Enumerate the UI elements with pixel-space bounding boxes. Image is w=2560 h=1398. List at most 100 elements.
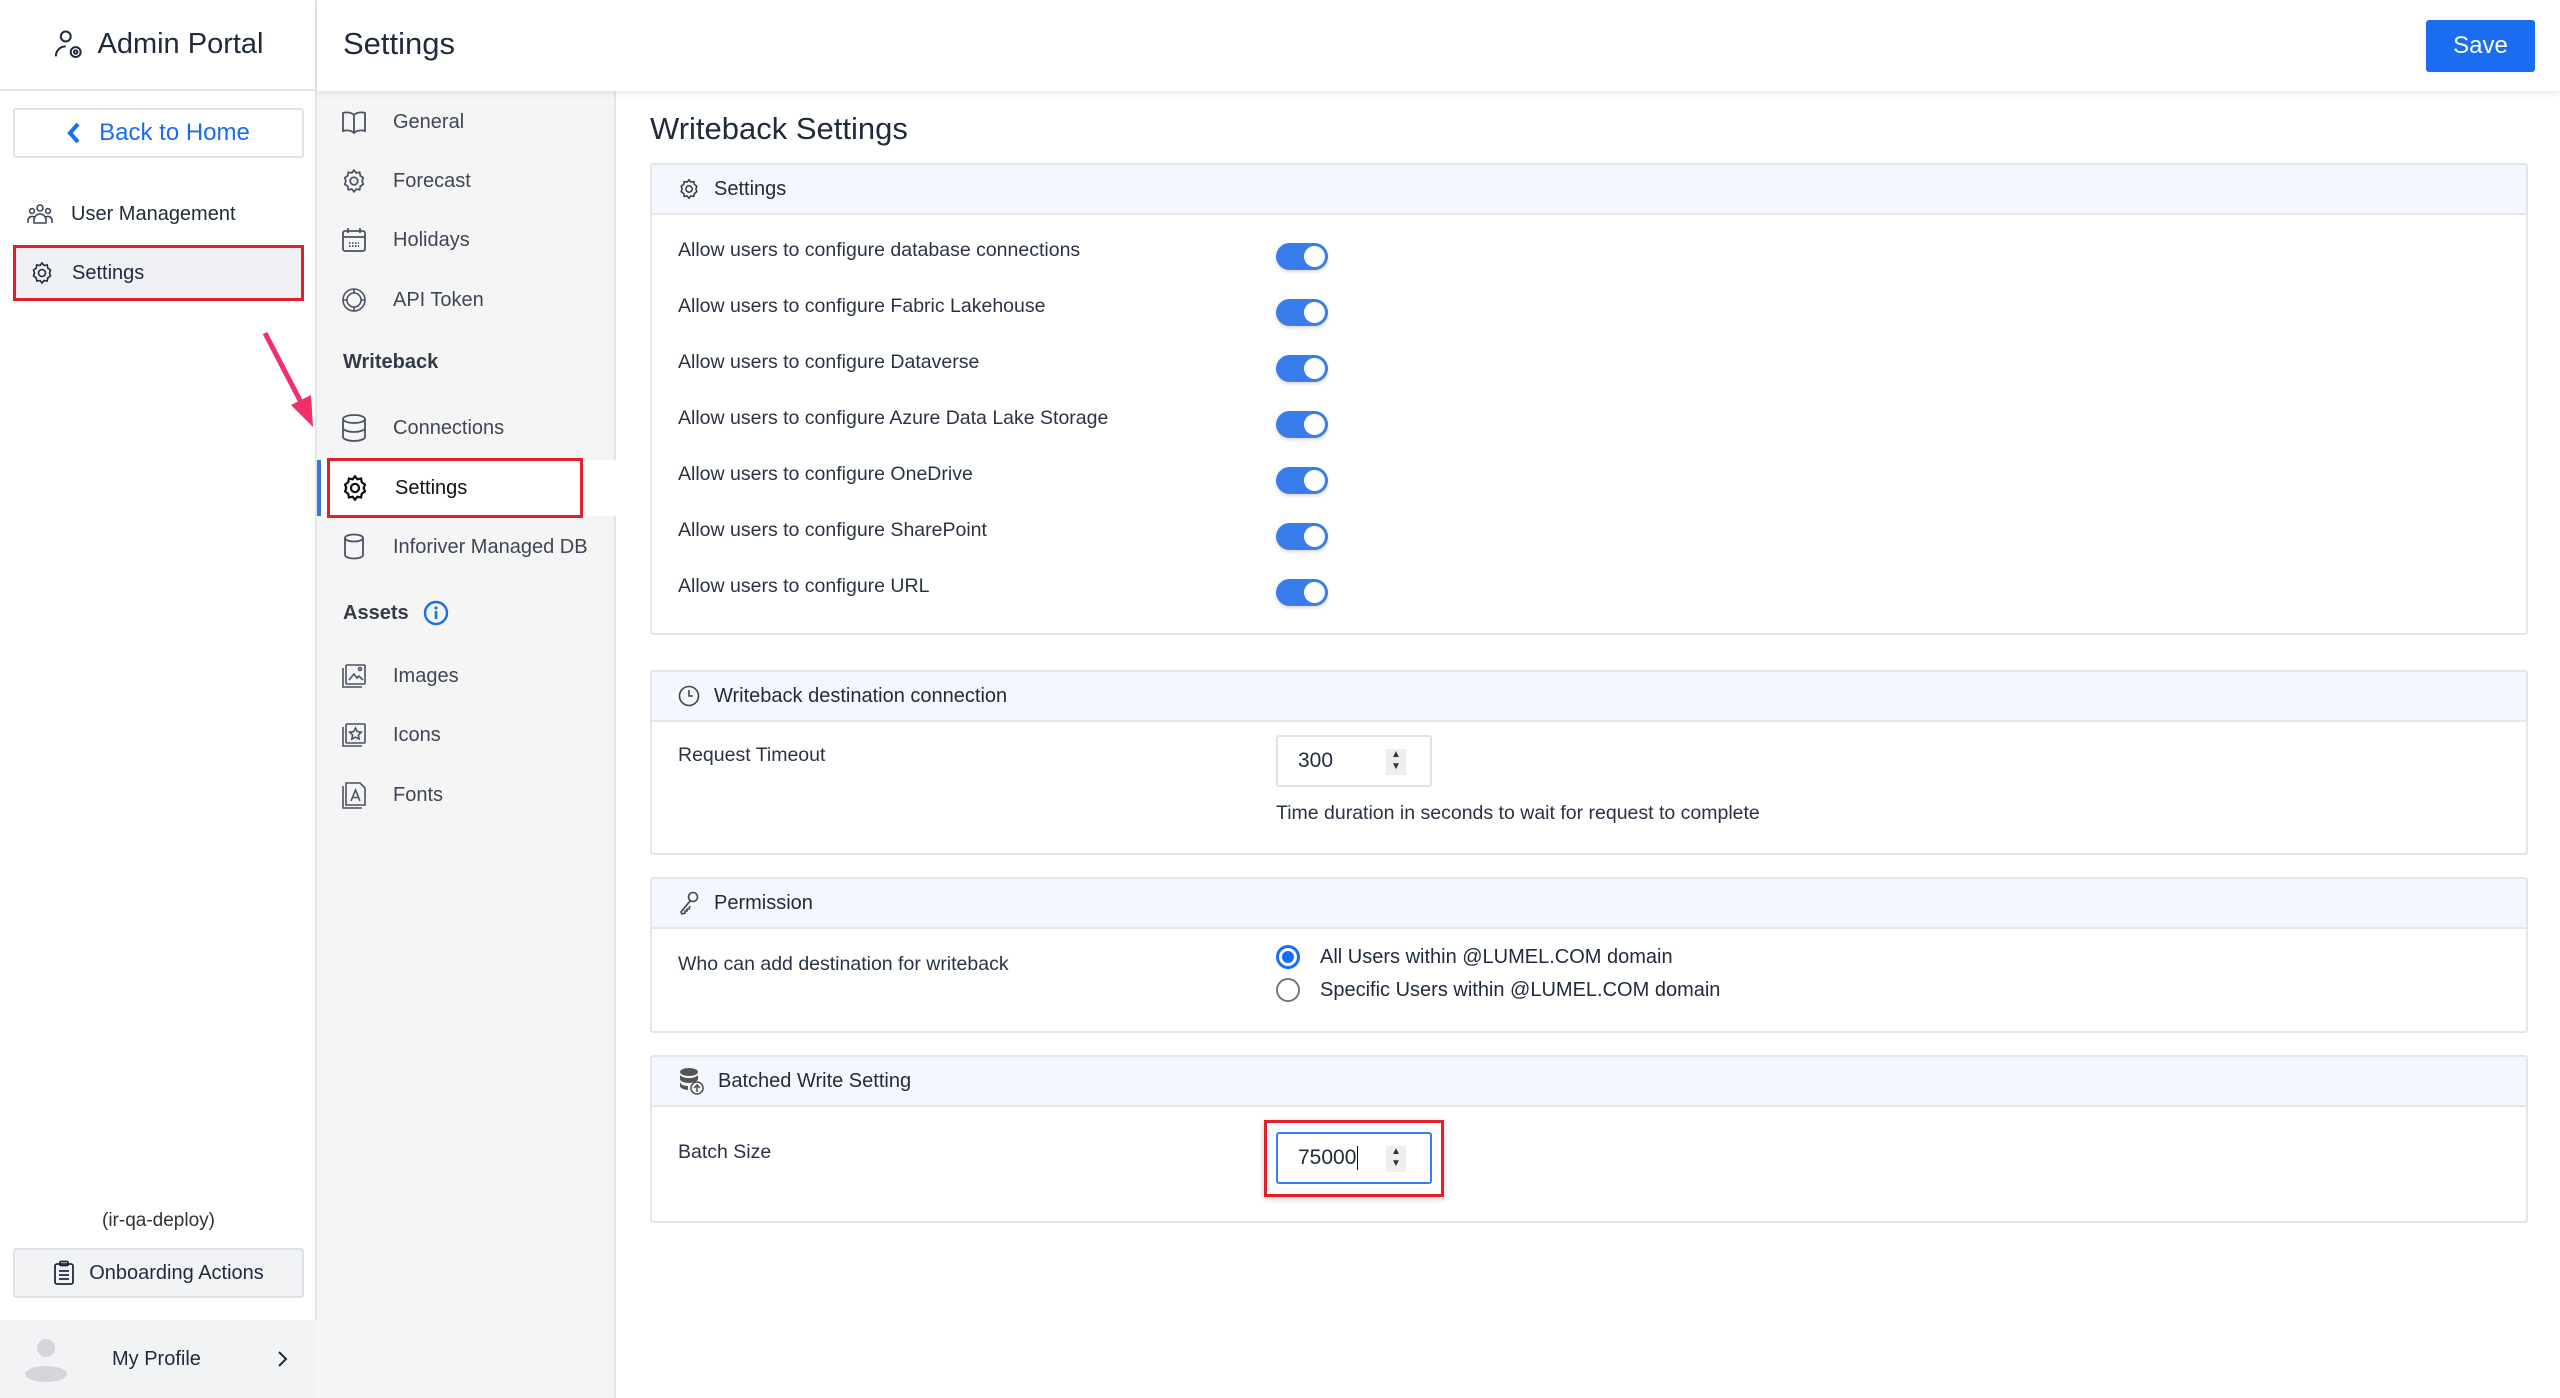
subnav-item-icons[interactable]: Icons [317,707,616,763]
top-bar: Settings Save [317,0,2560,91]
chevron-left-icon [67,122,81,144]
star-icon [341,722,367,748]
users-icon [27,203,53,225]
subnav-item-connections[interactable]: Connections [317,400,616,456]
toggle-onedrive[interactable] [1276,467,1328,494]
toggle-fabric-lakehouse[interactable] [1276,299,1328,326]
request-timeout-input[interactable]: 300 ▲ ▼ [1276,735,1432,787]
brand: Admin Portal [0,0,317,91]
left-sidebar: Admin Portal Back to Home User Managemen… [0,0,317,1398]
writeback-heading: Writeback [343,351,439,373]
save-button[interactable]: Save [2426,20,2535,72]
settings-subnav: General Forecast Holidays API Token Writ… [317,91,616,1398]
cylinder-icon [341,533,367,561]
back-to-home-label: Back to Home [99,119,250,146]
assets-heading-label: Assets [343,601,409,624]
stepper-arrows-icon[interactable]: ▲ ▼ [1386,749,1406,775]
radio-all-users[interactable]: All Users within @LUMEL.COM domain [1276,945,1673,969]
panel-header: Permission [652,879,2526,929]
radio-selected-icon [1276,945,1300,969]
subnav-label: General [393,110,465,133]
toggle-label: Allow users to configure database connec… [678,239,1081,261]
back-to-home-button[interactable]: Back to Home [13,108,304,158]
subnav-label: Images [393,664,459,687]
subnav-label: API Token [393,288,484,311]
request-timeout-help: Time duration in seconds to wait for req… [1276,802,1760,824]
font-icon [341,781,367,809]
key-icon [678,891,700,915]
panel-header: Settings [652,165,2526,215]
toggle-label: Allow users to configure SharePoint [678,519,987,541]
toggle-label: Allow users to configure Azure Data Lake… [678,407,1109,429]
radio-specific-users[interactable]: Specific Users within @LUMEL.COM domain [1276,978,1720,1002]
subnav-item-holidays[interactable]: Holidays [317,212,616,268]
sidebar-item-label: Settings [72,261,145,284]
destination-panel: Writeback destination connection Request… [650,670,2528,855]
gear-icon [30,261,54,285]
image-icon [341,663,367,689]
toggle-database-connections[interactable] [1276,243,1328,270]
request-timeout-value: 300 [1298,749,1334,772]
subnav-label: Forecast [393,169,471,192]
panel-title: Permission [714,891,813,914]
info-icon[interactable] [423,600,449,626]
panel-header: Writeback destination connection [652,672,2526,722]
database-upload-icon [678,1067,704,1095]
subnav-item-fonts[interactable]: Fonts [317,767,616,823]
subnav-label: Fonts [393,783,444,806]
chevron-right-icon [277,1350,289,1368]
subnav-item-api-token[interactable]: API Token [317,272,616,328]
panel-header: Batched Write Setting [652,1057,2526,1107]
batch-size-input[interactable]: 75000 ▲ ▼ [1276,1132,1432,1184]
subnav-item-forecast[interactable]: Forecast [317,153,616,209]
panel-title: Writeback destination connection [714,684,1008,707]
batch-size-label: Batch Size [678,1141,772,1163]
gear-icon [341,168,367,194]
toggle-sharepoint[interactable] [1276,523,1328,550]
calendar-icon [341,227,367,253]
app-title: Admin Portal [97,28,264,60]
highlight-box [327,458,583,518]
stepper-arrows-icon[interactable]: ▲ ▼ [1386,1146,1406,1172]
toggle-label: Allow users to configure OneDrive [678,463,973,485]
toggle-label: Allow users to configure Fabric Lakehous… [678,295,1046,317]
section-title: Writeback Settings [650,111,908,146]
subnav-item-general[interactable]: General [317,94,616,150]
toggle-label: Allow users to configure URL [678,575,930,597]
batch-panel: Batched Write Setting Batch Size 75000 ▲… [650,1055,2528,1223]
book-icon [341,110,367,134]
my-profile-label: My Profile [112,1347,201,1370]
toggle-url[interactable] [1276,579,1328,606]
subnav-label: Connections [393,416,505,439]
main-content: Writeback Settings Settings Allow users … [616,91,2560,1398]
subnav-label: Holidays [393,228,470,251]
sidebar-item-user-management[interactable]: User Management [13,186,304,242]
toggle-azure-data-lake[interactable] [1276,411,1328,438]
settings-panel: Settings Allow users to configure databa… [650,163,2528,635]
gear-icon [678,178,700,200]
sidebar-item-settings[interactable]: Settings [13,245,304,301]
clipboard-icon [53,1260,75,1286]
clock-icon [678,685,700,707]
subnav-label: Icons [393,723,441,746]
panel-title: Batched Write Setting [718,1069,912,1092]
radio-label: Specific Users within @LUMEL.COM domain [1320,978,1721,1001]
my-profile-button[interactable]: My Profile [0,1320,317,1398]
request-timeout-label: Request Timeout [678,744,826,766]
permission-label: Who can add destination for writeback [678,953,1009,975]
subnav-item-writeback-settings[interactable]: Settings [317,458,616,518]
radio-label: All Users within @LUMEL.COM domain [1320,945,1673,968]
page-title: Settings [343,26,456,61]
lifebuoy-icon [341,287,367,313]
deployment-name: (ir-qa-deploy) [102,1210,215,1231]
toggle-dataverse[interactable] [1276,355,1328,382]
assets-heading: Assets [343,600,449,626]
onboarding-actions-label: Onboarding Actions [89,1261,264,1284]
sidebar-item-label: User Management [71,202,236,225]
annotation-arrow [255,325,325,435]
subnav-item-images[interactable]: Images [317,648,616,704]
radio-unselected-icon [1276,978,1300,1002]
onboarding-actions-button[interactable]: Onboarding Actions [13,1248,304,1298]
subnav-item-inforiver-managed-db[interactable]: Inforiver Managed DB [317,519,616,575]
admin-user-gear-icon [53,28,87,62]
